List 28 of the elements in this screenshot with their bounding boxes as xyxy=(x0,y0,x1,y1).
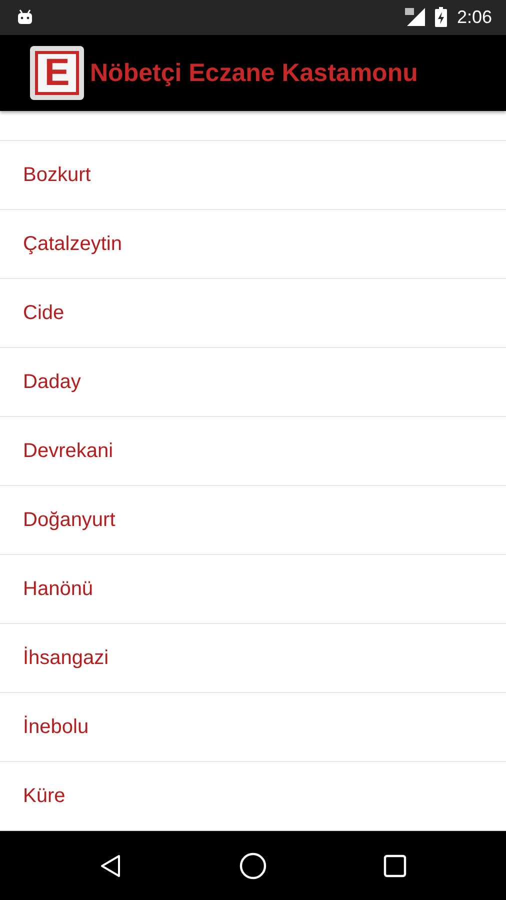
recents-icon[interactable] xyxy=(383,854,407,878)
district-name: Bozkurt xyxy=(23,164,91,187)
district-name: Devrekani xyxy=(23,440,114,463)
district-name: Daday xyxy=(23,370,81,394)
logo-letter: E xyxy=(35,51,79,96)
home-icon[interactable] xyxy=(239,852,267,880)
district-item[interactable]: İnebolu xyxy=(0,693,506,762)
district-item[interactable]: Daday xyxy=(0,348,506,418)
district-item[interactable]: Doğanyurt xyxy=(0,486,506,556)
district-name: İhsangazi xyxy=(23,646,109,670)
district-name: Cide xyxy=(23,302,64,325)
district-item[interactable]: Devrekani xyxy=(0,417,506,486)
signal-icon xyxy=(404,8,425,26)
back-icon[interactable] xyxy=(99,854,123,878)
android-icon xyxy=(17,9,33,26)
app-title: Nöbetçi Eczane Kastamonu xyxy=(90,58,418,88)
battery-icon xyxy=(434,7,447,28)
district-item[interactable]: Bozkurt xyxy=(0,141,506,210)
district-name: Hanönü xyxy=(23,578,94,601)
district-name: Küre xyxy=(23,784,66,808)
district-item[interactable]: Cide xyxy=(0,279,506,348)
clock-time: 2:06 xyxy=(456,6,492,28)
district-item[interactable]: Hanönü xyxy=(0,555,506,624)
district-name: Çatalzeytin xyxy=(23,232,122,256)
district-item[interactable]: Çatalzeytin xyxy=(0,210,506,280)
district-name: Doğanyurt xyxy=(23,508,116,532)
district-item[interactable]: İhsangazi xyxy=(0,624,506,694)
district-name: İnebolu xyxy=(23,716,89,739)
